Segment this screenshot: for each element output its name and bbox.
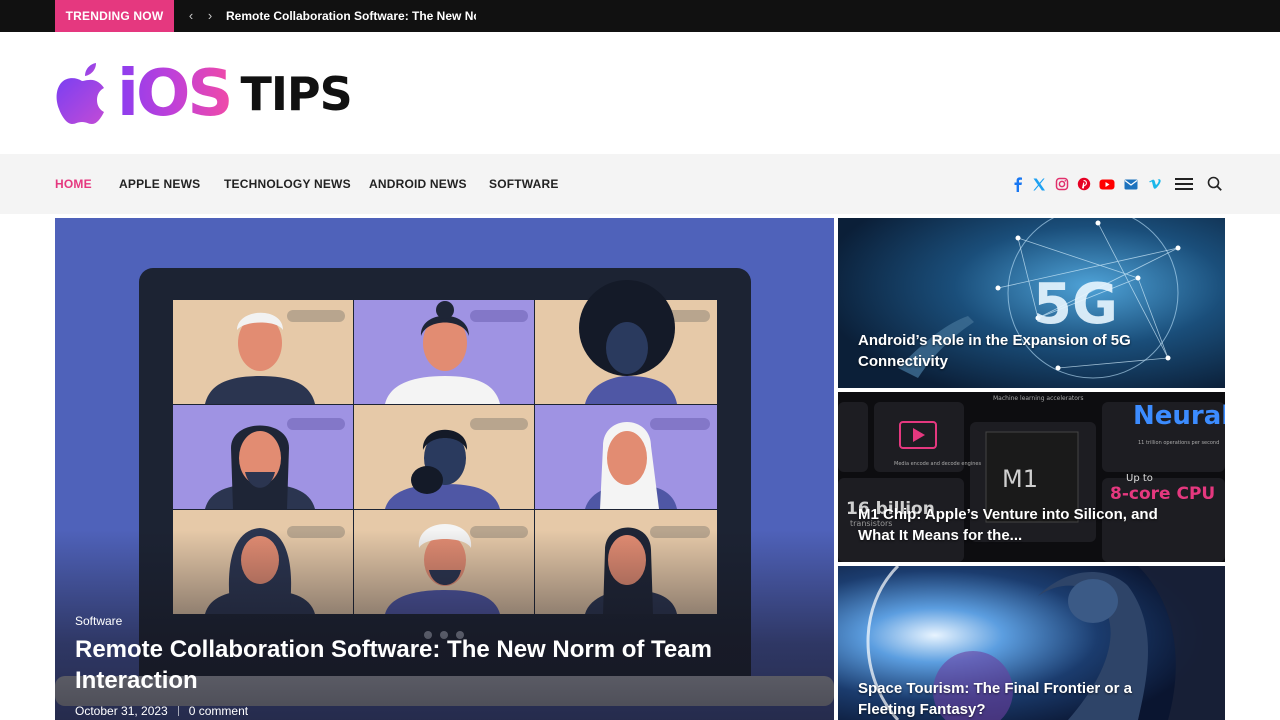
card-image-m1-ml: Machine learning accelerators xyxy=(993,395,1084,402)
card-image-m1-neural: Neural Engine xyxy=(1133,401,1225,431)
meta-divider xyxy=(177,706,179,716)
card-image-m1-ops: 11 trillion operations per second xyxy=(1138,440,1219,446)
card-image-m1-cpu: 8-core CPU xyxy=(1110,484,1215,504)
trending-next-button[interactable]: › xyxy=(203,8,217,24)
card-image-m1-media: Media encode and decode engines xyxy=(894,461,981,467)
logo-tips-text: TIPS xyxy=(240,67,352,121)
vimeo-icon[interactable] xyxy=(1147,175,1163,193)
apple-logo-icon xyxy=(56,63,104,124)
side-article-card[interactable]: 5G Android’s Role in the Expansion of 5G… xyxy=(838,218,1225,388)
nav-item-technology-news[interactable]: TECHNOLOGY NEWS xyxy=(224,154,351,214)
side-article-card[interactable]: Space Tourism: The Final Frontier or a F… xyxy=(838,566,1225,720)
trending-headline-link[interactable]: Remote Collaboration Software: The New N… xyxy=(226,0,476,32)
instagram-icon[interactable] xyxy=(1054,175,1070,193)
card-title-link[interactable]: Space Tourism: The Final Frontier or a F… xyxy=(858,678,1188,720)
hero-title-link[interactable]: Remote Collaboration Software: The New N… xyxy=(75,634,775,696)
youtube-icon[interactable] xyxy=(1098,175,1116,193)
x-twitter-icon[interactable] xyxy=(1031,175,1047,193)
card-image-m1-chip-text: M1 xyxy=(1002,465,1038,493)
hero-meta: October 31, 2023 0 comment xyxy=(75,704,248,718)
chevron-right-icon: › xyxy=(207,8,213,23)
hero-article[interactable]: Software Remote Collaboration Software: … xyxy=(55,218,834,720)
card-title-link[interactable]: M1 Chip: Apple’s Venture into Silicon, a… xyxy=(858,504,1188,546)
trending-prev-button[interactable]: ‹ xyxy=(184,8,198,24)
pinterest-icon[interactable] xyxy=(1076,175,1092,193)
trending-label: TRENDING NOW xyxy=(55,0,174,32)
facebook-icon[interactable] xyxy=(1010,175,1026,193)
main-navigation: HOME APPLE NEWS TECHNOLOGY NEWS ANDROID … xyxy=(0,154,1280,214)
nav-item-apple-news[interactable]: APPLE NEWS xyxy=(119,154,200,214)
hero-date: October 31, 2023 xyxy=(75,704,168,718)
hero-comments-link[interactable]: 0 comment xyxy=(189,704,248,718)
logo-ios-text: iOS xyxy=(117,57,233,131)
email-icon[interactable] xyxy=(1123,175,1139,193)
card-image-5g-text: 5G xyxy=(1033,272,1118,337)
hamburger-menu-icon[interactable] xyxy=(1175,177,1193,191)
nav-item-software[interactable]: SOFTWARE xyxy=(489,154,559,214)
chevron-left-icon: ‹ xyxy=(188,8,194,23)
card-image-m1-upto: Up to xyxy=(1126,473,1153,484)
search-icon[interactable] xyxy=(1207,175,1223,193)
site-logo[interactable]: iOS TIPS xyxy=(55,57,353,131)
site-header: iOS TIPS xyxy=(0,32,1280,154)
nav-item-home[interactable]: HOME xyxy=(55,154,92,214)
side-article-card[interactable]: M1 16 billion transistors Neural Engine … xyxy=(838,392,1225,562)
nav-item-android-news[interactable]: ANDROID NEWS xyxy=(369,154,467,214)
trending-bar: TRENDING NOW ‹ › Remote Collaboration So… xyxy=(0,0,1280,32)
hero-category-link[interactable]: Software xyxy=(75,614,122,628)
card-title-link[interactable]: Android’s Role in the Expansion of 5G Co… xyxy=(858,330,1188,372)
